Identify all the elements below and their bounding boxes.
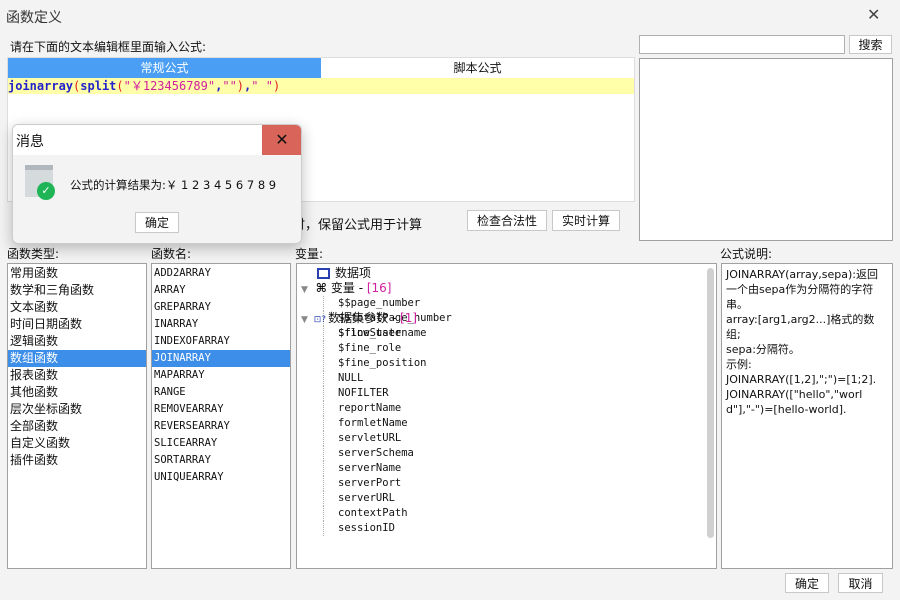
paren: ) [272, 79, 281, 93]
desc-label: 公式说明: [720, 247, 773, 261]
scrollbar[interactable] [707, 268, 714, 538]
title-bar: 函数定义 ✕ [0, 0, 900, 32]
variable-item[interactable]: servletURL [323, 431, 716, 446]
formula-editor[interactable]: joinarray(split("￥123456789","")," ") [8, 78, 634, 94]
dialog-title: 消息 [16, 134, 44, 150]
function-type-item[interactable]: 报表函数 [8, 367, 146, 384]
variable-item[interactable]: serverPort [323, 476, 716, 491]
function-type-item[interactable]: 时间日期函数 [8, 316, 146, 333]
function-name-list[interactable]: ADD2ARRAY ARRAY GREPARRAY INARRAY INDEXOFARR… [151, 263, 291, 569]
variable-icon: ⌘ [315, 281, 327, 295]
expand-icon[interactable]: ▼ [301, 285, 308, 295]
function-name-item[interactable]: JOINARRAY [152, 350, 290, 367]
tree-label: 数据集参数 - [328, 311, 401, 325]
variable-item[interactable]: reportName [323, 401, 716, 416]
expand-icon[interactable]: ▼ [301, 315, 308, 325]
search-input[interactable] [639, 35, 845, 54]
cancel-button[interactable]: 取消 [838, 573, 883, 593]
variable-item[interactable]: contextPath [323, 506, 716, 521]
function-name-item[interactable]: SLICEARRAY [152, 435, 290, 452]
function-type-item[interactable]: 层次坐标函数 [8, 401, 146, 418]
variable-item[interactable]: NOFILTER [323, 386, 716, 401]
tab-regular-formula[interactable]: 常规公式 [8, 58, 321, 78]
function-type-list[interactable]: 常用函数 数学和三角函数 文本函数 时间日期函数 逻辑函数 数组函数 报表函数 其他函数 层次坐… [7, 263, 147, 569]
tab-script-formula[interactable]: 脚本公式 [321, 58, 634, 78]
tree-var-group[interactable]: ▼ ⌘ 变量 - [16] [297, 281, 716, 296]
variable-item[interactable]: sessionID [323, 521, 716, 536]
function-type-item[interactable]: 文本函数 [8, 299, 146, 316]
prompt-label: 请在下面的文本编辑框里面输入公式: [10, 40, 207, 54]
function-name-item[interactable]: MAPARRAY [152, 367, 290, 384]
types-label: 函数类型: [7, 247, 60, 261]
function-name-item[interactable]: SORTARRAY [152, 452, 290, 469]
ok-button[interactable]: 确定 [785, 573, 829, 593]
dialog-ok-button[interactable]: 确定 [135, 212, 179, 233]
window-title: 函数定义 [6, 10, 62, 26]
search-results[interactable] [639, 58, 893, 241]
function-name-item[interactable]: INDEXOFARRAY [152, 333, 290, 350]
fn-joinarray: joinarray [8, 79, 74, 93]
description-panel: JOINARRAY(array,sepa):返回一个由sepa作为分隔符的字符串… [721, 263, 893, 569]
function-type-item[interactable]: 逻辑函数 [8, 333, 146, 350]
string: " " [251, 79, 273, 93]
description-line: array:[arg1,arg2...]格式的数组; [726, 313, 875, 341]
function-type-item[interactable]: 全部函数 [8, 418, 146, 435]
dataset-param-item[interactable]: $flowState [323, 326, 716, 341]
dialog-message: 公式的计算结果为:￥ 1 2 3 4 5 6 7 8 9 [70, 178, 277, 192]
dataset-param-icon: ⊡? [313, 315, 327, 325]
variable-item[interactable]: $fine_position [323, 356, 716, 371]
description-line: sepa:分隔符。 [726, 343, 800, 356]
description-line: 示例: [726, 358, 752, 371]
tree-dataset-group[interactable]: ▼ ⊡? 数据集参数 - [1] [297, 311, 716, 326]
tree-data-item[interactable]: 数据项 [297, 266, 716, 281]
function-name-item[interactable]: ARRAY [152, 282, 290, 299]
function-name-item[interactable]: GREPARRAY [152, 299, 290, 316]
description-line: JOINARRAY(array,sepa):返回一个由sepa作为分隔符的字符串… [726, 268, 878, 311]
variable-item[interactable]: serverSchema [323, 446, 716, 461]
function-type-item[interactable]: 常用函数 [8, 265, 146, 282]
variable-item[interactable]: $$page_number [323, 296, 716, 311]
function-name-item[interactable]: INARRAY [152, 316, 290, 333]
fn-split: split [80, 79, 117, 93]
function-name-item[interactable]: RANGE [152, 384, 290, 401]
variable-item[interactable]: formletName [323, 416, 716, 431]
function-name-item[interactable]: REMOVEARRAY [152, 401, 290, 418]
function-type-item[interactable]: 数组函数 [8, 350, 146, 367]
hint-text: 时，保留公式用于计算 [292, 218, 423, 233]
paren: ( [116, 79, 124, 93]
function-type-item[interactable]: 自定义函数 [8, 435, 146, 452]
count: [1] [400, 311, 418, 325]
description-line: JOINARRAY([1,2],";")=[1;2]. [726, 373, 877, 386]
string: "￥123456789" [123, 79, 216, 93]
check-validity-button[interactable]: 检查合法性 [467, 210, 547, 231]
function-name-item[interactable]: REVERSEARRAY [152, 418, 290, 435]
function-type-item[interactable]: 数学和三角函数 [8, 282, 146, 299]
realtime-calc-button[interactable]: 实时计算 [552, 210, 620, 231]
dialog-close-button[interactable]: ✕ [262, 125, 301, 155]
names-label: 函数名: [151, 247, 192, 261]
variable-item[interactable]: $fine_role [323, 341, 716, 356]
message-dialog: 消息 ✕ ✓ 公式的计算结果为:￥ 1 2 3 4 5 6 7 8 9 确定 [12, 124, 302, 244]
variable-item[interactable]: serverName [323, 461, 716, 476]
variables-tree[interactable]: 数据项 ▼ ⌘ 变量 - [16] $$page_number $$totalPag… [296, 263, 717, 569]
vars-label: 变量: [295, 247, 324, 261]
description-line: JOINARRAY(["hello","world"],"-")=[hello-… [726, 388, 863, 416]
close-icon[interactable]: ✕ [867, 5, 880, 24]
function-name-item[interactable]: ADD2ARRAY [152, 265, 290, 282]
data-item-icon [317, 268, 330, 279]
function-type-item[interactable]: 其他函数 [8, 384, 146, 401]
tree-label: 数据项 [335, 266, 372, 280]
variable-item[interactable]: serverURL [323, 491, 716, 506]
variable-item[interactable]: NULL [323, 371, 716, 386]
string: "" [222, 79, 237, 93]
function-type-item[interactable]: 插件函数 [8, 452, 146, 469]
search-button[interactable]: 搜索 [849, 35, 892, 54]
success-icon: ✓ [25, 165, 55, 200]
tree-label: 变量 - [330, 281, 367, 295]
function-name-item[interactable]: UNIQUEARRAY [152, 469, 290, 486]
count: [16] [366, 281, 392, 295]
close-icon: ✕ [275, 130, 289, 149]
paren: ) [236, 79, 245, 93]
dialog-title-bar: 消息 ✕ [13, 125, 301, 155]
